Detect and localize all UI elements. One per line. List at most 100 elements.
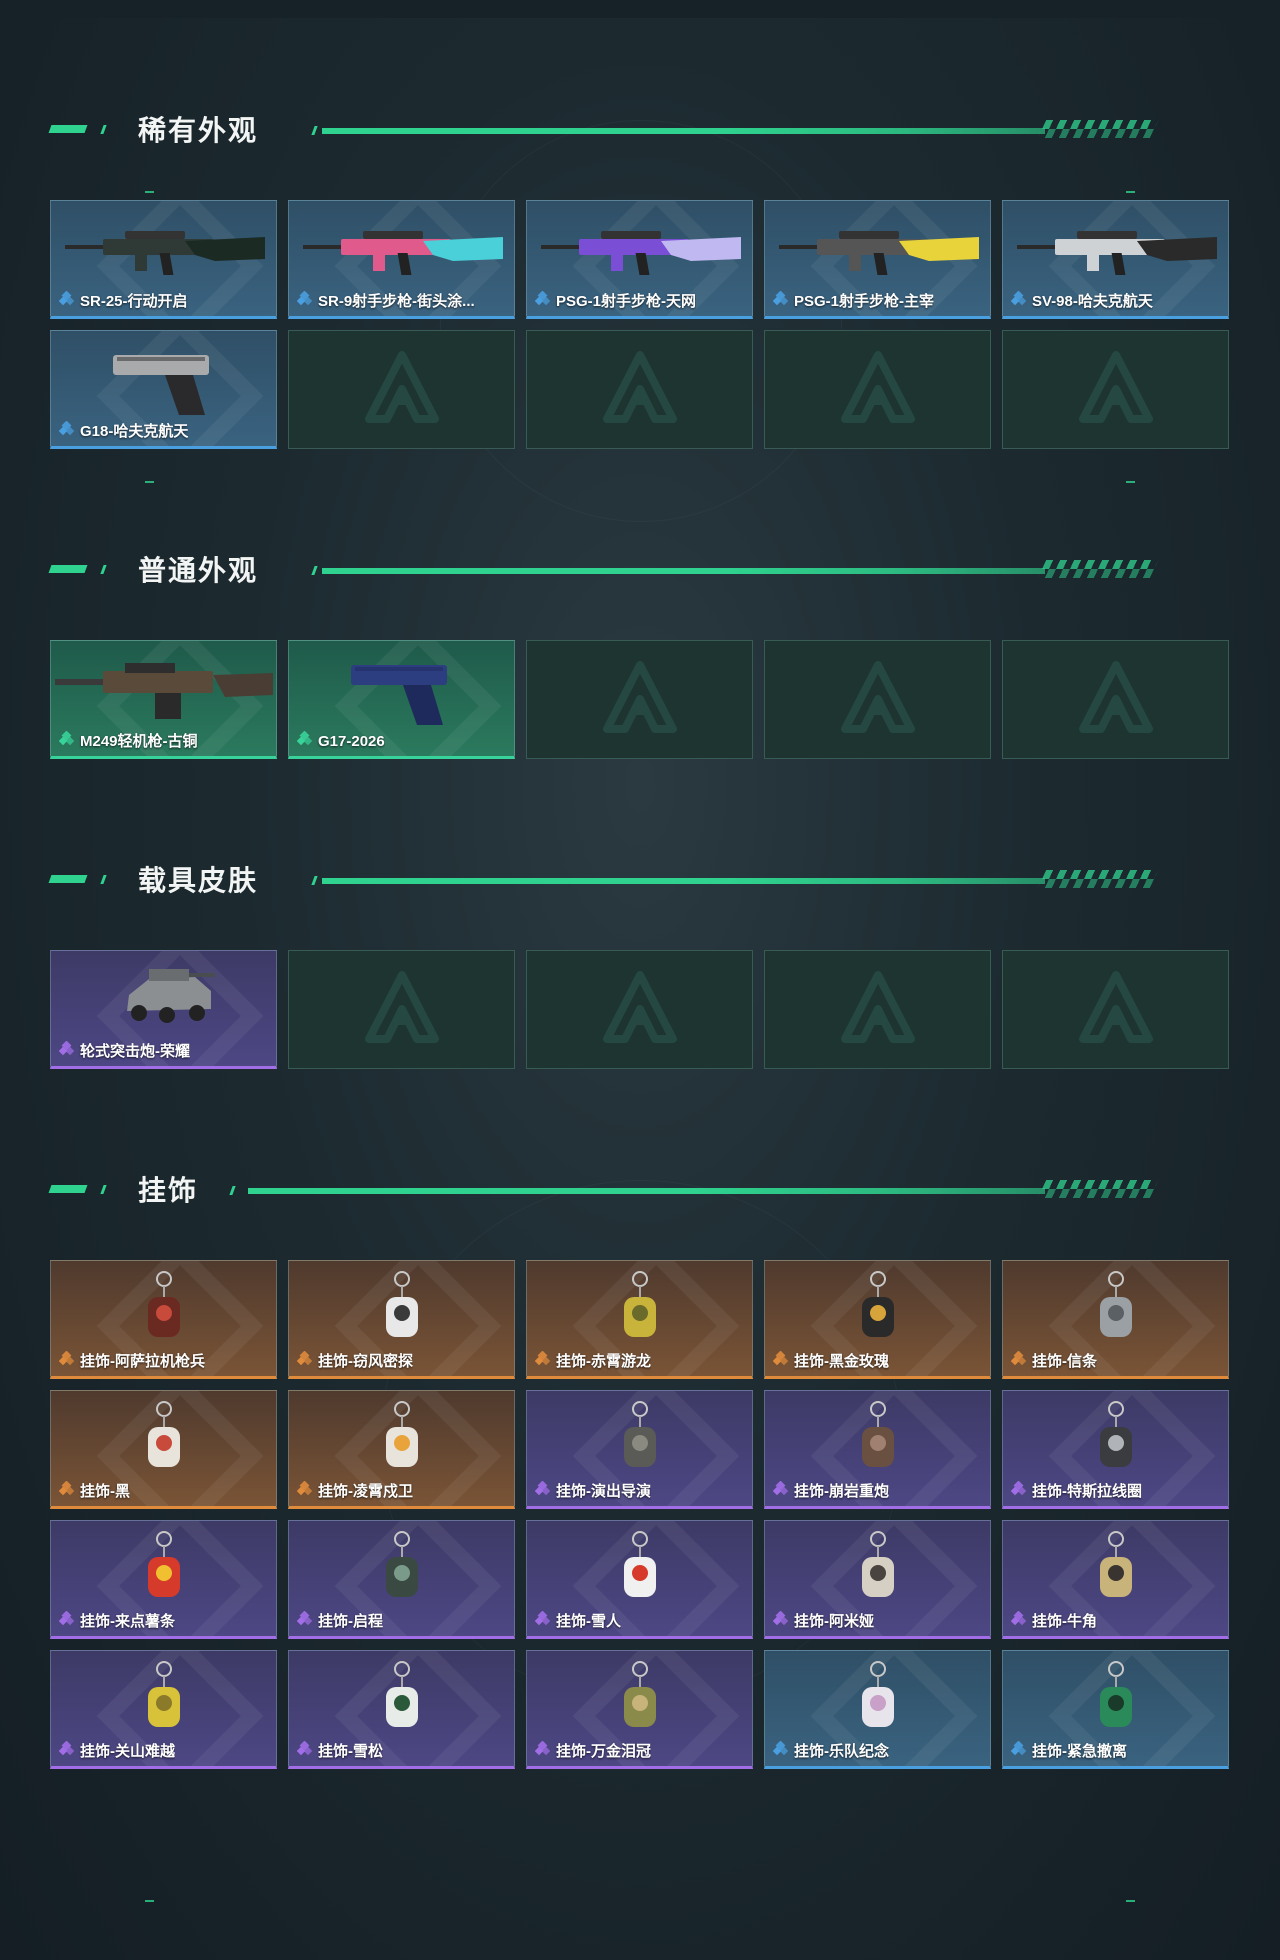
charm-spy-icon xyxy=(289,1267,514,1351)
item-name: 挂饰-黑 xyxy=(80,1483,130,1500)
section-title: 载具皮肤 xyxy=(138,865,259,896)
item-card[interactable]: PSG-1射手步枪-天网 xyxy=(526,200,753,319)
header-checker-pattern xyxy=(1037,560,1159,578)
item-card[interactable]: 挂饰-特斯拉线圈 xyxy=(1002,1390,1229,1509)
item-label: 挂饰-雪松 xyxy=(297,1740,383,1761)
item-card[interactable]: G18-哈夫克航天 xyxy=(50,330,277,449)
item-card[interactable]: 挂饰-赤霄游龙 xyxy=(526,1260,753,1379)
rifle-yellow-icon xyxy=(765,207,990,291)
item-card[interactable]: 挂饰-牛角 xyxy=(1002,1520,1229,1639)
header-rule xyxy=(248,1188,1045,1194)
empty-slot xyxy=(288,330,515,449)
empty-slot xyxy=(764,950,991,1069)
rifle-white-black-icon xyxy=(1003,207,1228,291)
item-name: 挂饰-万金泪冠 xyxy=(556,1743,651,1760)
item-name: SR-25-行动开启 xyxy=(80,293,188,310)
section-title: 普通外观 xyxy=(138,555,259,586)
item-card[interactable]: 挂饰-凌霄戍卫 xyxy=(288,1390,515,1509)
charm-tag-icon xyxy=(51,1397,276,1481)
item-card[interactable]: 挂饰-关山难越 xyxy=(50,1650,277,1769)
rarity-icon xyxy=(297,1480,313,1501)
rarity-icon xyxy=(535,290,551,311)
section-header-rare: 稀有外观 xyxy=(48,108,1200,148)
header-rule-tick xyxy=(229,1186,236,1195)
item-name: G17-2026 xyxy=(318,732,385,750)
item-label: 挂饰-乐队纪念 xyxy=(773,1740,889,1761)
item-card[interactable]: 挂饰-崩岩重炮 xyxy=(764,1390,991,1509)
rarity-icon xyxy=(1011,1740,1027,1761)
empty-slot xyxy=(526,640,753,759)
armored-vehicle-icon xyxy=(51,957,276,1041)
header-rule-tick xyxy=(311,126,318,135)
item-card[interactable]: 挂饰-紧急撤离 xyxy=(1002,1650,1229,1769)
charm-bottle-icon xyxy=(51,1657,276,1741)
item-label: 挂饰-黑 xyxy=(59,1480,130,1501)
charm-crown-icon xyxy=(527,1657,752,1741)
item-label: 挂饰-雪人 xyxy=(535,1610,621,1631)
item-card[interactable]: 挂饰-雪人 xyxy=(526,1520,753,1639)
item-card[interactable]: 挂饰-窃风密探 xyxy=(288,1260,515,1379)
item-card[interactable]: G17-2026 xyxy=(288,640,515,759)
header-rule xyxy=(322,128,1045,134)
item-label: 挂饰-窃风密探 xyxy=(297,1350,413,1371)
item-card[interactable]: PSG-1射手步枪-主宰 xyxy=(764,200,991,319)
item-card[interactable]: 挂饰-雪松 xyxy=(288,1650,515,1769)
section-header-vehicle: 载具皮肤 xyxy=(48,858,1200,898)
item-label: 挂饰-关山难越 xyxy=(59,1740,175,1761)
item-card[interactable]: M249轻机枪-古铜 xyxy=(50,640,277,759)
item-label: G17-2026 xyxy=(297,731,385,751)
item-card[interactable]: 挂饰-启程 xyxy=(288,1520,515,1639)
item-name: 挂饰-崩岩重炮 xyxy=(794,1483,889,1500)
header-checker-pattern xyxy=(1037,1180,1159,1198)
rifle-purple-icon xyxy=(527,207,752,291)
item-name: 挂饰-阿米娅 xyxy=(794,1613,874,1630)
item-label: 挂饰-阿米娅 xyxy=(773,1610,874,1631)
header-accent-bar xyxy=(48,565,88,573)
item-name: M249轻机枪-古铜 xyxy=(80,733,198,750)
header-rule xyxy=(322,568,1045,574)
item-card[interactable]: 挂饰-万金泪冠 xyxy=(526,1650,753,1769)
empty-slot xyxy=(288,950,515,1069)
section-title: 稀有外观 xyxy=(138,115,259,146)
item-card[interactable]: 挂饰-乐队纪念 xyxy=(764,1650,991,1769)
item-card[interactable]: 挂饰-黑金玫瑰 xyxy=(764,1260,991,1379)
item-card[interactable]: 挂饰-阿萨拉机枪兵 xyxy=(50,1260,277,1379)
charm-horns-icon xyxy=(1003,1527,1228,1611)
section-header-common: 普通外观 xyxy=(48,548,1200,588)
charm-creed-icon xyxy=(1003,1267,1228,1351)
charm-rose-icon xyxy=(765,1267,990,1351)
item-card[interactable]: SR-9射手步枪-街头涂... xyxy=(288,200,515,319)
item-card[interactable]: 挂饰-黑 xyxy=(50,1390,277,1509)
machine-gun-bronze-icon xyxy=(51,647,276,731)
item-card[interactable]: 挂饰-演出导演 xyxy=(526,1390,753,1509)
header-checker-pattern xyxy=(1037,870,1159,888)
item-card[interactable]: 挂饰-信条 xyxy=(1002,1260,1229,1379)
charm-fries-icon xyxy=(51,1527,276,1611)
item-label: 挂饰-信条 xyxy=(1011,1350,1097,1371)
empty-slot xyxy=(764,640,991,759)
item-name: 挂饰-牛角 xyxy=(1032,1613,1097,1630)
rarity-icon xyxy=(297,290,313,311)
header-accent-tick xyxy=(100,125,107,134)
charm-gunner-icon xyxy=(51,1267,276,1351)
item-label: 挂饰-牛角 xyxy=(1011,1610,1097,1631)
item-label: 挂饰-紧急撤离 xyxy=(1011,1740,1127,1761)
item-card[interactable]: 挂饰-阿米娅 xyxy=(764,1520,991,1639)
header-rule-tick xyxy=(311,566,318,575)
item-label: PSG-1射手步枪-天网 xyxy=(535,290,696,311)
item-card[interactable]: 轮式突击炮-荣耀 xyxy=(50,950,277,1069)
header-accent-tick xyxy=(100,1185,107,1194)
rarity-icon xyxy=(773,1740,789,1761)
item-label: SR-25-行动开启 xyxy=(59,290,188,311)
rarity-icon xyxy=(1011,1610,1027,1631)
grid-corner-marker xyxy=(145,481,154,483)
item-card[interactable]: SV-98-哈夫克航天 xyxy=(1002,200,1229,319)
item-name: 挂饰-演出导演 xyxy=(556,1483,651,1500)
charm-cube-icon xyxy=(1003,1657,1228,1741)
header-accent-tick xyxy=(100,565,107,574)
empty-slot xyxy=(526,950,753,1069)
item-card[interactable]: 挂饰-来点薯条 xyxy=(50,1520,277,1639)
charm-guard-icon xyxy=(289,1397,514,1481)
item-label: 轮式突击炮-荣耀 xyxy=(59,1040,190,1061)
item-card[interactable]: SR-25-行动开启 xyxy=(50,200,277,319)
